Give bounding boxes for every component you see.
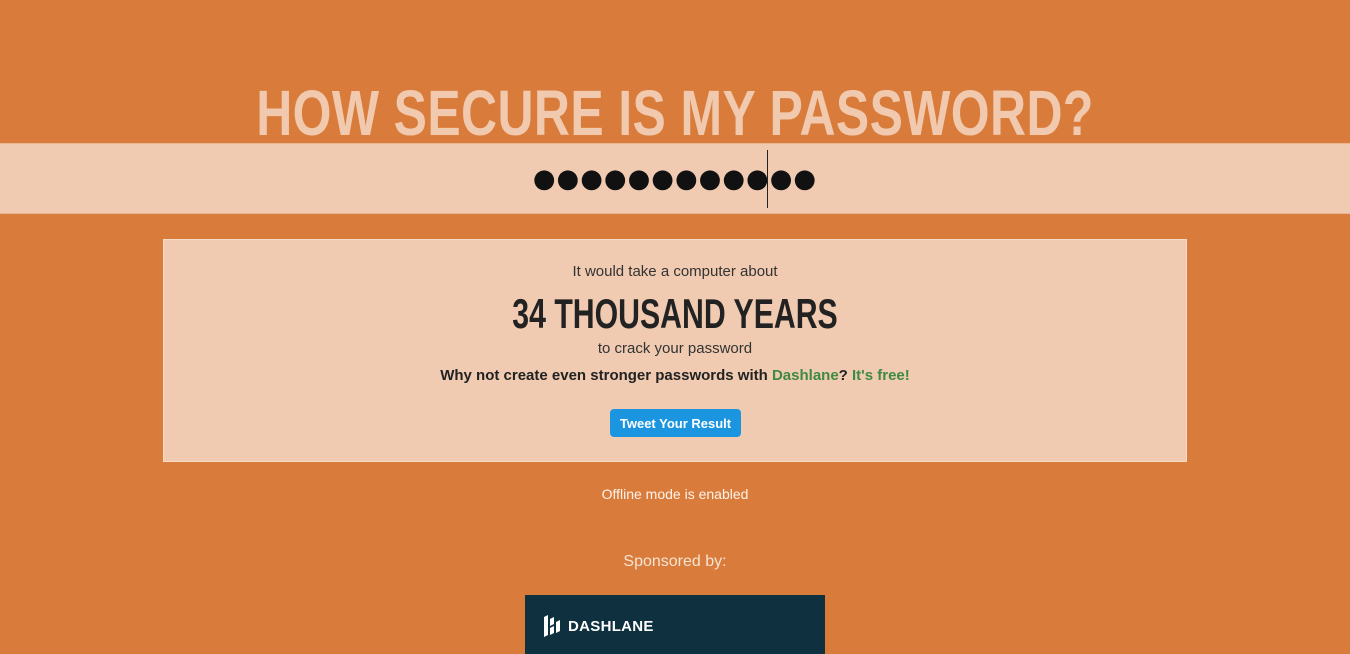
result-panel: It would take a computer about 34 THOUSA… [163,239,1187,462]
sponsor-label: Sponsored by: [623,553,727,570]
crack-time: 34 THOUSAND YEARS [512,290,838,337]
password-input[interactable] [0,144,1350,213]
sponsor-banner[interactable]: DASHLANE [525,595,825,654]
offline-status: Offline mode is enabled [601,486,749,502]
free-link[interactable]: It's free! [852,367,910,384]
page-title: HOW SECURE IS MY PASSWORD? [256,76,1094,149]
password-bar [0,143,1350,214]
result-intro: It would take a computer about [572,263,778,280]
dashlane-logo-icon [544,615,560,637]
text-caret [767,150,768,208]
result-outro: to crack your password [597,340,753,357]
tweet-result-button[interactable]: Tweet Your Result [610,409,741,437]
promo-text: Why not create even stronger passwords w… [164,367,1186,384]
dashlane-link[interactable]: Dashlane [772,367,839,384]
promo-mid: ? [838,367,853,384]
sponsor-logo-text: DASHLANE [568,618,654,635]
promo-prefix: Why not create even stronger passwords w… [440,367,772,384]
